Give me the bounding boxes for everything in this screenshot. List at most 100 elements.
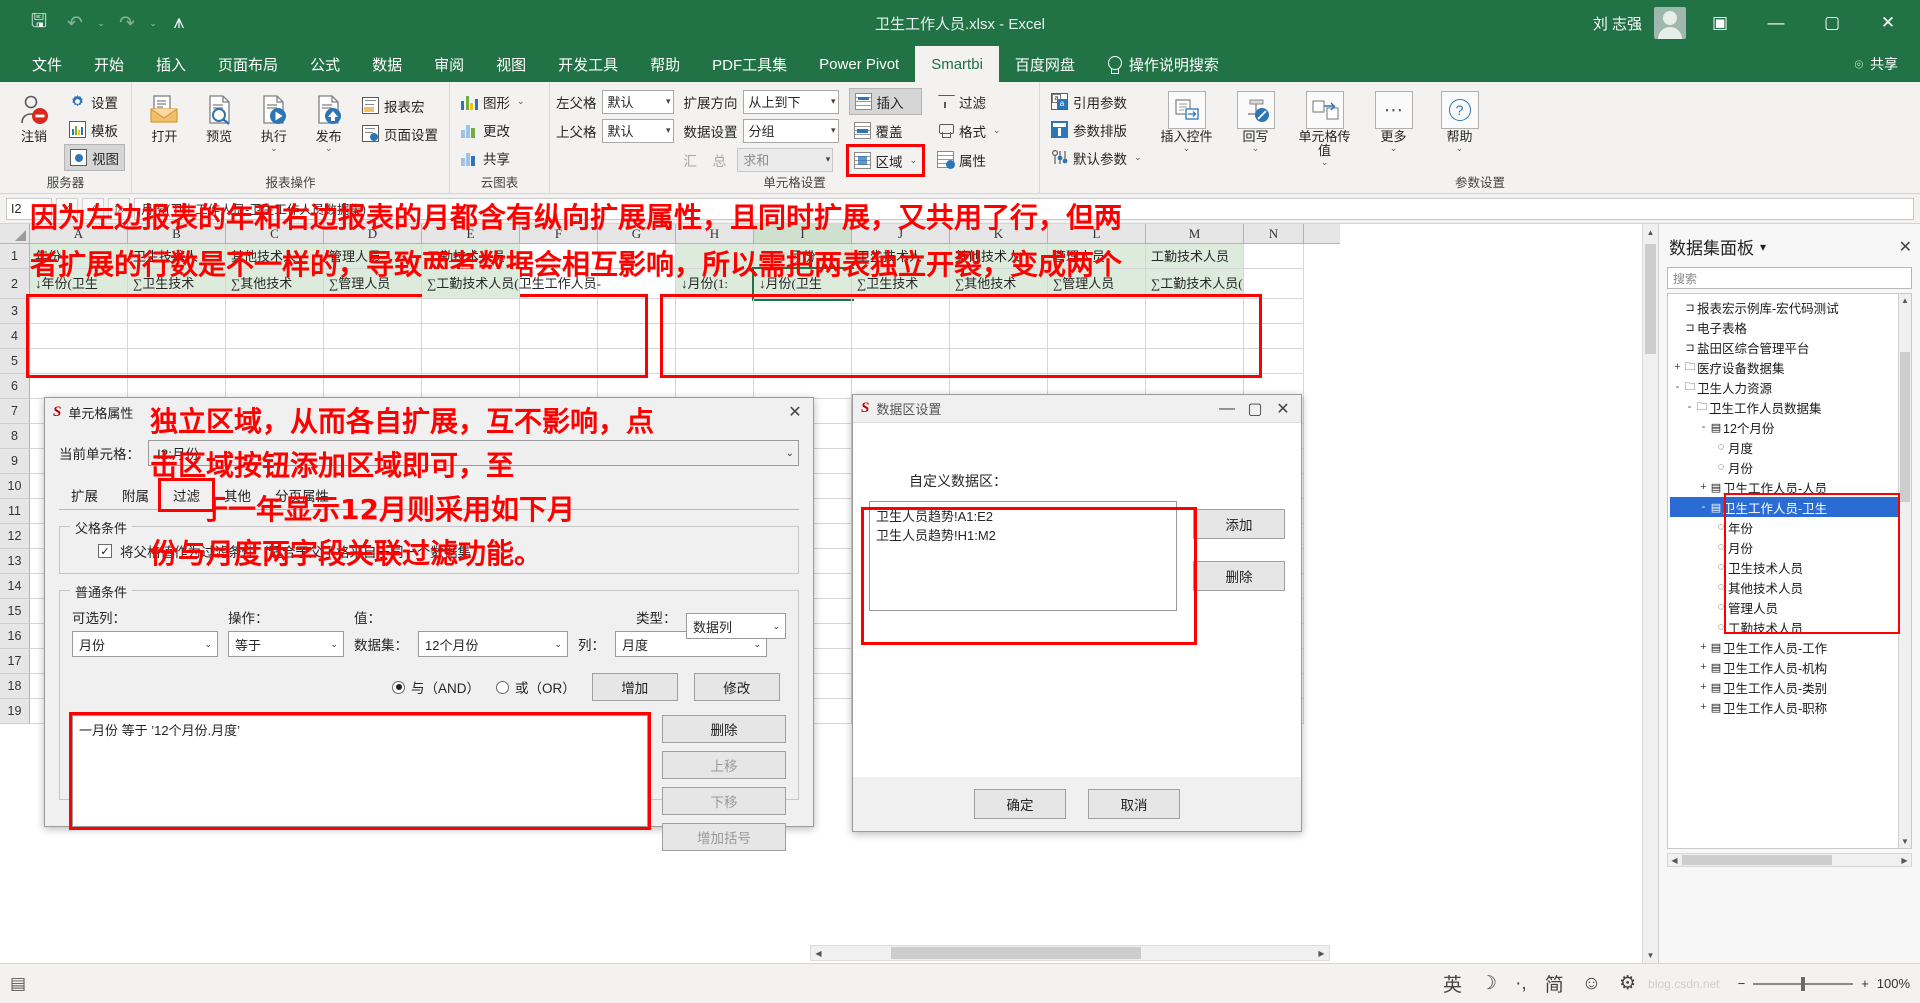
cell-g1[interactable] xyxy=(598,244,676,269)
scroll-down-icon[interactable]: ▼ xyxy=(1643,947,1658,963)
tab-page-layout[interactable]: 页面布局 xyxy=(202,46,294,82)
move-up-button[interactable]: 上移 xyxy=(662,751,786,779)
cell-k1[interactable]: 其他技术人 xyxy=(950,244,1048,269)
cell-h4[interactable] xyxy=(676,324,754,349)
execute-button[interactable]: 执行 ⌄ xyxy=(248,86,301,153)
chevron-down-icon[interactable]: ▾ xyxy=(1760,240,1766,254)
remove-area-button[interactable]: 删除 xyxy=(1193,561,1285,591)
avatar[interactable] xyxy=(1654,7,1686,39)
scroll-left-icon[interactable]: ◀ xyxy=(811,946,826,960)
cell-b6[interactable] xyxy=(128,374,226,399)
close-icon[interactable]: ✕ xyxy=(1269,398,1297,420)
cell-d2[interactable]: ∑管理人员 xyxy=(324,269,422,299)
cell-g2[interactable] xyxy=(598,269,676,299)
cell-c6[interactable] xyxy=(226,374,324,399)
help-button[interactable]: ? 帮助 ⌄ xyxy=(1431,86,1489,153)
tab-filter[interactable]: 过滤 xyxy=(158,478,215,512)
ime-simplified-icon[interactable]: 简 xyxy=(1545,970,1564,997)
tree-node[interactable]: + ▤ 卫生工作人员-类别 xyxy=(1670,677,1911,697)
cell-m1[interactable]: 工勤技术人员 xyxy=(1146,244,1244,269)
logic-or-radio[interactable]: 或（OR） xyxy=(496,677,576,697)
cell-m4[interactable] xyxy=(1146,324,1244,349)
default-parameter-dropdown-icon[interactable]: ⌄ xyxy=(1134,152,1142,163)
tab-developer[interactable]: 开发工具 xyxy=(542,46,634,82)
sheet-tab-icon[interactable]: ▤ xyxy=(10,974,26,994)
tell-me-search[interactable]: 操作说明搜索 xyxy=(1091,46,1235,82)
cell-f1[interactable] xyxy=(520,244,598,269)
vertical-scroll-thumb[interactable] xyxy=(1645,244,1656,354)
tree-node[interactable]: + ▤ 卫生工作人员-职称 xyxy=(1670,697,1911,717)
ime-language[interactable]: 英 xyxy=(1443,970,1462,997)
writeback-button[interactable]: 回写 ⌄ xyxy=(1227,86,1285,153)
row-header-3[interactable]: 3 xyxy=(0,299,30,324)
cell-l4[interactable] xyxy=(1048,324,1146,349)
cell-properties-dialog-titlebar[interactable]: S 单元格属性 ✕ xyxy=(45,398,813,426)
row-header-9[interactable]: 9 xyxy=(0,449,30,474)
cell-e1[interactable]: 工勤技术人员 xyxy=(422,244,520,269)
overwrite-cells-button[interactable]: 覆盖 xyxy=(849,117,923,144)
condition-item[interactable]: 一月份 等于 ’12个月份.月度’ xyxy=(79,720,641,739)
tab-smartbi[interactable]: Smartbi xyxy=(915,46,999,82)
row-header-6[interactable]: 6 xyxy=(0,374,30,399)
cell-i5[interactable] xyxy=(754,349,852,374)
cell-j1[interactable]: 卫生技术人 xyxy=(852,244,950,269)
tree-node[interactable]: + 🗀 医疗设备数据集 xyxy=(1670,357,1911,377)
tree-scroll-thumb[interactable] xyxy=(1900,352,1910,502)
cell-d6[interactable] xyxy=(324,374,422,399)
tree-expander-icon[interactable]: + xyxy=(1698,661,1709,673)
scroll-right-icon[interactable]: ▶ xyxy=(1898,854,1911,866)
radio-or-icon[interactable] xyxy=(496,680,510,694)
chart-change-button[interactable]: 更改 xyxy=(456,116,530,143)
name-box[interactable]: I2 xyxy=(6,197,52,220)
cell-a1[interactable]: 年份 xyxy=(30,244,128,269)
tree-node[interactable]: ⊐ 电子表格 xyxy=(1670,317,1911,337)
scroll-right-icon[interactable]: ▶ xyxy=(1314,946,1329,960)
tree-node[interactable]: ◌ 工勤技术人员 xyxy=(1670,617,1911,637)
preview-button[interactable]: 预览 xyxy=(193,86,246,144)
cell-a6[interactable] xyxy=(30,374,128,399)
tab-baidu-netdisk[interactable]: 百度网盘 xyxy=(999,46,1091,82)
cell-i2[interactable]: ↓月份(卫生 xyxy=(752,267,854,301)
cell-d3[interactable] xyxy=(324,299,422,324)
tab-file[interactable]: 文件 xyxy=(16,46,78,82)
cell-c1[interactable]: 其他技术人 xyxy=(226,244,324,269)
tab-page-properties[interactable]: 分页属性 xyxy=(263,481,341,509)
writeback-dropdown-icon[interactable]: ⌄ xyxy=(1252,144,1260,153)
accept-formula-icon[interactable]: ✓ xyxy=(82,197,104,220)
publish-button[interactable]: 发布 ⌄ xyxy=(302,86,355,153)
ime-settings-gear-icon[interactable]: ⚙ xyxy=(1619,972,1636,995)
tree-node[interactable]: + ▤ 卫生工作人员-机构 xyxy=(1670,657,1911,677)
formula-input[interactable]: 月份(卫生工作人员-卫生工作人员数据集) xyxy=(134,197,1914,220)
publish-dropdown-icon[interactable]: ⌄ xyxy=(325,144,333,153)
cell-n3[interactable] xyxy=(1244,299,1304,324)
tab-attach[interactable]: 附属 xyxy=(110,481,161,509)
cell-h3[interactable] xyxy=(676,299,754,324)
operator-select[interactable]: 等于 ⌄ xyxy=(228,631,344,657)
zoom-slider-handle[interactable] xyxy=(1801,976,1806,991)
tree-expander-icon[interactable]: + xyxy=(1698,701,1709,713)
undo-dropdown-icon[interactable]: ⌄ xyxy=(94,18,108,29)
close-icon[interactable]: ✕ xyxy=(781,401,809,423)
cell-j5[interactable] xyxy=(852,349,950,374)
zoom-slider[interactable] xyxy=(1753,976,1854,991)
row-header-7[interactable]: 7 xyxy=(0,399,30,424)
zoom-in-button[interactable]: + xyxy=(1861,976,1869,991)
undo-icon[interactable]: ↶ xyxy=(58,7,92,39)
cell-l1[interactable]: 管理人员 xyxy=(1048,244,1146,269)
save-icon[interactable]: 🖫 xyxy=(22,7,56,39)
minimize-icon[interactable]: — xyxy=(1754,0,1798,46)
current-cell-combo[interactable]: I2:月份 ⌄ xyxy=(148,440,799,466)
column-header-e[interactable]: E xyxy=(422,224,520,243)
type-select[interactable]: 数据列 ⌄ xyxy=(686,613,786,639)
cell-n1[interactable] xyxy=(1244,244,1304,269)
logout-button[interactable]: 注销 xyxy=(6,86,62,144)
tree-node[interactable]: ◌ 月份 xyxy=(1670,537,1911,557)
column-header-n[interactable]: N xyxy=(1244,224,1304,243)
cell-h5[interactable] xyxy=(676,349,754,374)
tree-expander-icon[interactable]: + xyxy=(1698,481,1709,493)
chart-share-button[interactable]: 共享 xyxy=(456,144,530,171)
scroll-up-icon[interactable]: ▲ xyxy=(1643,224,1658,240)
vertical-scrollbar[interactable]: ▲ ▼ xyxy=(1642,224,1658,963)
condition-listbox[interactable]: 一月份 等于 ’12个月份.月度’ xyxy=(69,712,651,830)
row-header-13[interactable]: 13 xyxy=(0,549,30,574)
